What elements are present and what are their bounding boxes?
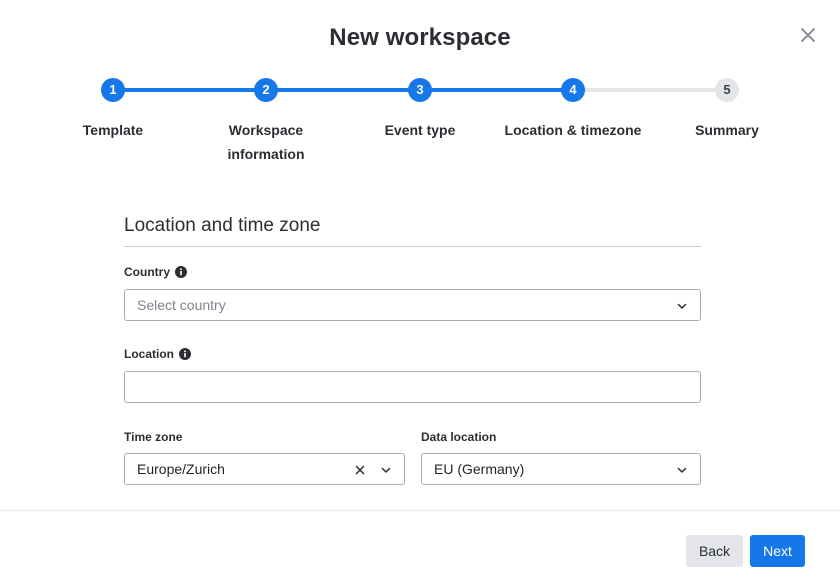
- chevron-down-icon: [676, 463, 688, 475]
- step-workspace-information[interactable]: 2 Workspace information: [186, 78, 346, 166]
- data-location-label-text: Data location: [421, 430, 497, 444]
- step-label: Event type: [384, 122, 456, 138]
- step-label: Template: [82, 122, 144, 138]
- info-icon[interactable]: [175, 266, 187, 278]
- data-location-label: Data location: [421, 430, 496, 444]
- country-label-text: Country: [124, 265, 170, 279]
- chevron-down-icon: [380, 463, 392, 475]
- chevron-down-icon: [676, 299, 688, 311]
- data-location-select[interactable]: EU (Germany): [421, 453, 701, 485]
- close-icon: [797, 24, 819, 46]
- time-zone-label: Time zone: [124, 430, 182, 444]
- footer-divider: [0, 510, 840, 511]
- new-workspace-dialog: New workspace 1 Template 2 Workspace inf…: [0, 0, 840, 588]
- step-label: Location & timezone: [504, 122, 642, 138]
- country-placeholder: Select country: [137, 297, 226, 313]
- location-label: Location: [124, 347, 191, 361]
- country-select[interactable]: Select country: [124, 289, 701, 321]
- stepper: 1 Template 2 Workspace information 3 Eve…: [0, 78, 840, 178]
- location-label-text: Location: [124, 347, 174, 361]
- step-event-type[interactable]: 3 Event type: [340, 78, 500, 142]
- back-button[interactable]: Back: [686, 535, 743, 567]
- dialog-title: New workspace: [329, 24, 511, 51]
- next-button[interactable]: Next: [750, 535, 805, 567]
- clear-icon[interactable]: [354, 463, 366, 475]
- section-title: Location and time zone: [124, 215, 321, 236]
- step-number: 5: [715, 78, 739, 102]
- step-number: 4: [561, 78, 585, 102]
- step-label: Workspace information: [227, 122, 305, 162]
- time-zone-select[interactable]: Europe/Zurich: [124, 453, 405, 485]
- section-divider: [124, 246, 701, 247]
- step-location-timezone[interactable]: 4 Location & timezone: [493, 78, 653, 142]
- time-zone-value: Europe/Zurich: [137, 461, 225, 477]
- step-number: 1: [101, 78, 125, 102]
- location-input[interactable]: [124, 371, 701, 403]
- time-zone-label-text: Time zone: [124, 430, 183, 444]
- step-template[interactable]: 1 Template: [33, 78, 193, 142]
- info-icon[interactable]: [179, 348, 191, 360]
- step-summary[interactable]: 5 Summary: [647, 78, 807, 142]
- step-label: Summary: [695, 122, 759, 138]
- step-number: 2: [254, 78, 278, 102]
- close-button[interactable]: [797, 24, 819, 46]
- data-location-value: EU (Germany): [434, 461, 525, 477]
- country-label: Country: [124, 265, 187, 279]
- step-number: 3: [408, 78, 432, 102]
